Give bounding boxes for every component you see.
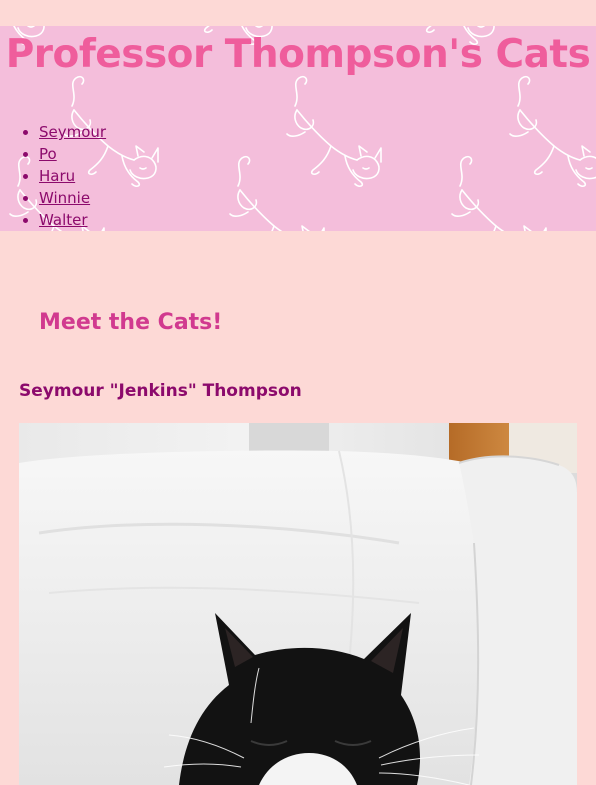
- site-header: Professor Thompson's Cats Seymour Po Har…: [0, 26, 596, 231]
- cat-photo: [19, 423, 577, 785]
- nav-link-walter[interactable]: Walter: [39, 211, 88, 229]
- nav-item-po: Po: [39, 143, 106, 165]
- page: Professor Thompson's Cats Seymour Po Har…: [0, 0, 596, 785]
- nav-item-walter: Walter: [39, 209, 106, 231]
- section-heading: Meet the Cats!: [39, 310, 223, 335]
- nav-item-haru: Haru: [39, 165, 106, 187]
- nav-link-seymour[interactable]: Seymour: [39, 123, 106, 141]
- nav-item-seymour: Seymour: [39, 121, 106, 143]
- cat-name-heading: Seymour "Jenkins" Thompson: [19, 381, 302, 401]
- site-title: Professor Thompson's Cats: [5, 32, 591, 77]
- top-strip: [0, 0, 596, 26]
- nav-link-winnie[interactable]: Winnie: [39, 189, 90, 207]
- cat-nav-list: Seymour Po Haru Winnie Walter: [0, 121, 106, 231]
- nav-item-winnie: Winnie: [39, 187, 106, 209]
- nav-link-po[interactable]: Po: [39, 145, 57, 163]
- nav-link-haru[interactable]: Haru: [39, 167, 75, 185]
